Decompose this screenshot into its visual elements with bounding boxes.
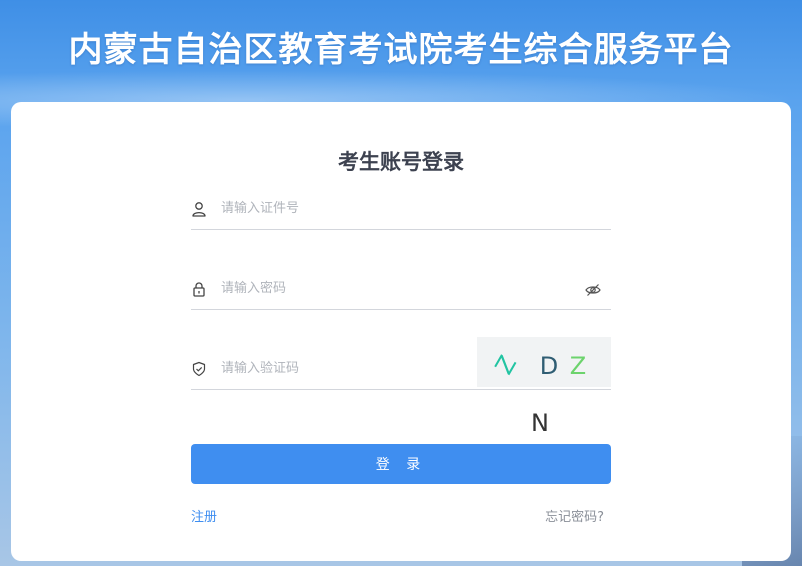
id-number-input[interactable]	[221, 197, 561, 219]
register-link[interactable]: 注册	[191, 506, 217, 525]
lock-icon	[191, 281, 207, 297]
login-form-title: 考生账号登录	[338, 150, 464, 174]
site-title: 内蒙古自治区教育考试院考生综合服务平台	[68, 30, 734, 70]
captcha-image[interactable]: Z D Z	[477, 337, 611, 387]
captcha-char-2: D	[540, 352, 558, 380]
svg-text:Z: Z	[490, 351, 522, 379]
login-button[interactable]: 登 录	[191, 444, 611, 484]
captcha-input[interactable]	[221, 357, 461, 379]
forgot-password-link[interactable]: 忘记密码?	[545, 506, 604, 525]
captcha-char-3: Z	[570, 352, 586, 380]
password-field	[191, 269, 611, 310]
user-icon	[191, 201, 207, 217]
eye-off-icon[interactable]	[585, 282, 601, 298]
login-card: 考生账号登录 请输入证件号 请输入验证码 Z D Z N 登 录 注册 忘记密码…	[11, 102, 791, 561]
captcha-char-4: N	[531, 409, 549, 437]
id-number-field	[191, 189, 611, 230]
shield-icon	[191, 361, 207, 377]
password-input[interactable]	[221, 277, 561, 299]
captcha-char-1: Z	[490, 351, 522, 379]
